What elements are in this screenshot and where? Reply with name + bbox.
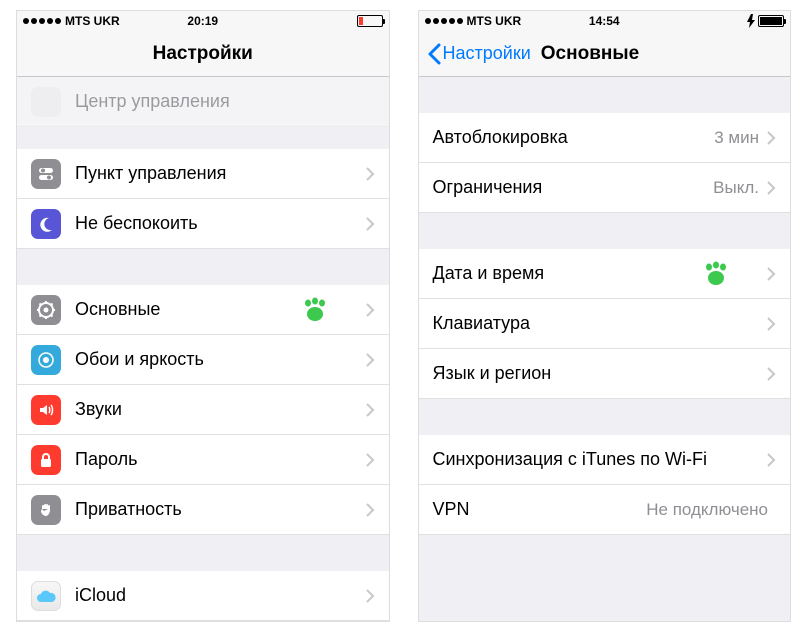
placeholder-icon xyxy=(31,87,61,117)
battery-icon xyxy=(758,15,784,27)
back-label: Настройки xyxy=(443,43,531,64)
row-label: Пароль xyxy=(75,449,366,470)
settings-row-dnd[interactable]: Не беспокоить xyxy=(17,199,389,249)
settings-row-wallpaper[interactable]: Обои и яркость xyxy=(17,335,389,385)
cloud-icon xyxy=(31,581,61,611)
settings-row-icloud[interactable]: iCloud xyxy=(17,571,389,621)
status-bar: MTS UKR 14:54 xyxy=(419,11,791,31)
chevron-right-icon xyxy=(767,317,776,331)
chevron-right-icon xyxy=(366,589,375,603)
speaker-icon xyxy=(31,395,61,425)
battery-icon xyxy=(357,15,383,27)
settings-row-faded: Центр управления xyxy=(17,77,389,127)
row-label: Звуки xyxy=(75,399,366,420)
general-row-autolock[interactable]: Автоблокировка 3 мин xyxy=(419,113,791,163)
row-label: Ограничения xyxy=(433,177,714,198)
nav-bar: Настройки xyxy=(17,31,389,77)
general-row-language[interactable]: Язык и регион xyxy=(419,349,791,399)
general-row-vpn[interactable]: VPN Не подключено xyxy=(419,485,791,535)
status-time: 14:54 xyxy=(589,14,620,28)
lock-icon xyxy=(31,445,61,475)
row-label: iCloud xyxy=(75,585,366,606)
settings-row-privacy[interactable]: Приватность xyxy=(17,485,389,535)
paw-highlight-icon xyxy=(702,261,730,287)
hand-icon xyxy=(31,495,61,525)
paw-highlight-icon xyxy=(301,297,329,323)
chevron-right-icon xyxy=(366,453,375,467)
row-value: 3 мин xyxy=(714,128,759,148)
settings-row-sounds[interactable]: Звуки xyxy=(17,385,389,435)
row-label: VPN xyxy=(433,499,647,520)
status-bar: MTS UKR 20:19 xyxy=(17,11,389,31)
general-row-keyboard[interactable]: Клавиатура xyxy=(419,299,791,349)
chevron-right-icon xyxy=(366,217,375,231)
chevron-right-icon xyxy=(366,353,375,367)
page-title: Основные xyxy=(541,43,639,65)
back-button[interactable]: Настройки xyxy=(427,43,531,65)
row-value: Не подключено xyxy=(646,500,768,520)
chevron-right-icon xyxy=(366,403,375,417)
phone-left: MTS UKR 20:19 Настройки Центр управления… xyxy=(16,10,390,622)
settings-row-control-center[interactable]: Пункт управления xyxy=(17,149,389,199)
settings-row-general[interactable]: Основные xyxy=(17,285,389,335)
chevron-right-icon xyxy=(767,181,776,195)
nav-bar: Настройки Основные xyxy=(419,31,791,77)
row-label: Центр управления xyxy=(75,91,375,112)
general-row-datetime[interactable]: Дата и время xyxy=(419,249,791,299)
general-row-itunes-wifi[interactable]: Синхронизация с iTunes по Wi-Fi xyxy=(419,435,791,485)
moon-icon xyxy=(31,209,61,239)
settings-row-passcode[interactable]: Пароль xyxy=(17,435,389,485)
row-value: Выкл. xyxy=(713,178,759,198)
carrier-label: MTS UKR xyxy=(65,14,120,28)
chevron-right-icon xyxy=(767,131,776,145)
chevron-right-icon xyxy=(366,303,375,317)
row-label: Синхронизация с iTunes по Wi-Fi xyxy=(433,449,768,470)
row-label: Приватность xyxy=(75,499,366,520)
row-label: Пункт управления xyxy=(75,163,366,184)
row-label: Не беспокоить xyxy=(75,213,366,234)
chevron-right-icon xyxy=(366,503,375,517)
row-label: Язык и регион xyxy=(433,363,768,384)
charging-icon xyxy=(747,14,755,28)
signal-dots-icon xyxy=(425,18,463,24)
toggle-icon xyxy=(31,159,61,189)
chevron-right-icon xyxy=(366,167,375,181)
chevron-right-icon xyxy=(767,367,776,381)
chevron-right-icon xyxy=(767,453,776,467)
phone-right: MTS UKR 14:54 Настройки Основные Автобло… xyxy=(418,10,792,622)
row-label: Клавиатура xyxy=(433,313,768,334)
signal-dots-icon xyxy=(23,18,61,24)
gear-icon xyxy=(31,295,61,325)
carrier-label: MTS UKR xyxy=(467,14,522,28)
page-title: Настройки xyxy=(153,43,253,65)
row-label: Автоблокировка xyxy=(433,127,715,148)
brightness-icon xyxy=(31,345,61,375)
row-label: Обои и яркость xyxy=(75,349,366,370)
chevron-right-icon xyxy=(767,267,776,281)
general-row-restrictions[interactable]: Ограничения Выкл. xyxy=(419,163,791,213)
status-time: 20:19 xyxy=(187,14,218,28)
